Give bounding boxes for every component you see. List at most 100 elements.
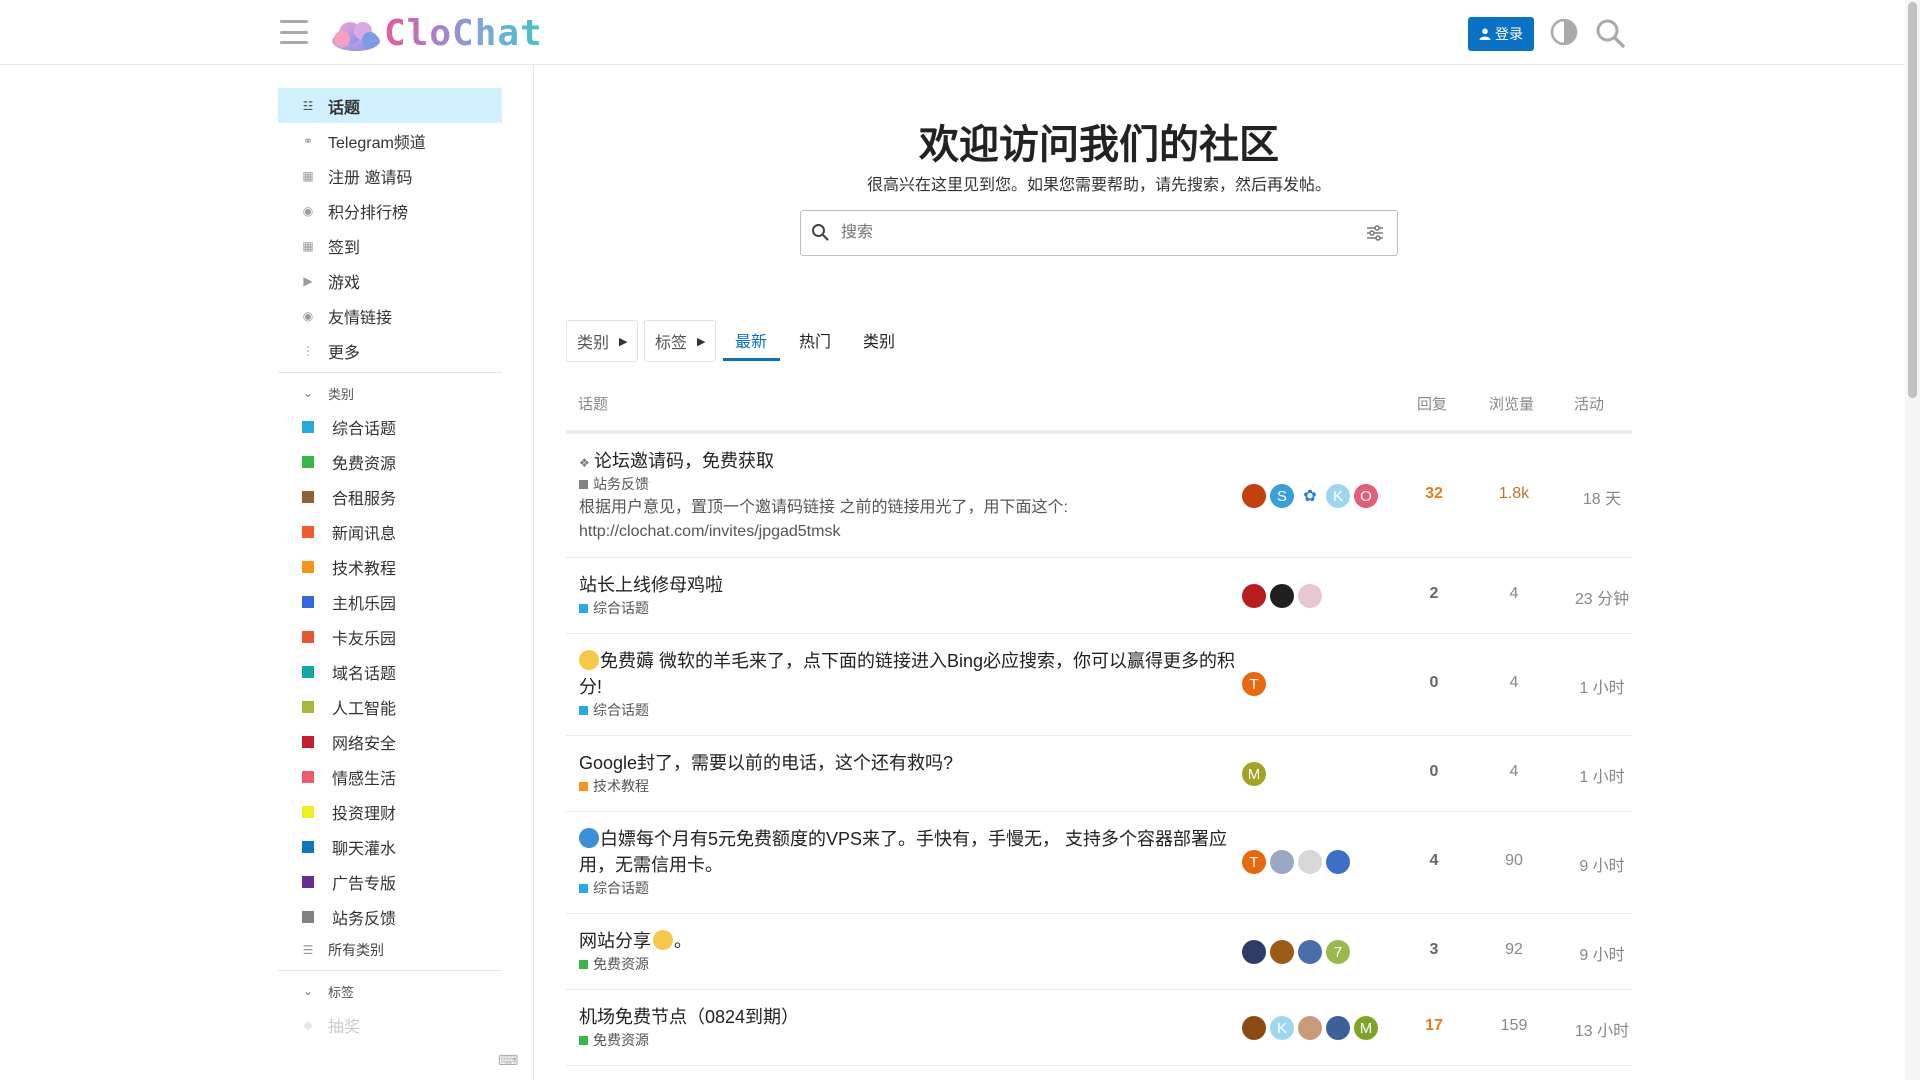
sidebar-category-item[interactable]: 广告专版 xyxy=(278,864,502,899)
sidebar-category-item[interactable]: 合租服务 xyxy=(278,479,502,514)
sidebar-item-leaderboard[interactable]: ◉ 积分排行榜 xyxy=(278,193,502,228)
theme-toggle-icon[interactable] xyxy=(1550,18,1578,46)
table-row[interactable]: Google封了，需要以前的电话，这个还有救吗? 技术教程 M 0 4 1 小时 xyxy=(566,736,1632,812)
table-row[interactable]: 站长上线修母鸡啦 综合话题 2 4 23 分钟 xyxy=(566,558,1632,634)
avatar[interactable]: O xyxy=(1354,484,1378,508)
avatar[interactable] xyxy=(1270,940,1294,964)
table-row[interactable]: 网站分享。 免费资源 7 3 92 9 小时 xyxy=(566,914,1632,990)
sidebar-item-invite[interactable]: ▦ 注册 邀请码 xyxy=(278,158,502,193)
avatar[interactable] xyxy=(1242,584,1266,608)
categories-section-toggle[interactable]: ⌄ 类别 xyxy=(278,377,502,409)
sidebar-category-item[interactable]: 技术教程 xyxy=(278,549,502,584)
avatar[interactable] xyxy=(1242,1016,1266,1040)
avatar[interactable]: ✿ xyxy=(1298,484,1322,508)
reply-count[interactable]: 0 xyxy=(1399,674,1469,692)
reply-count[interactable]: 0 xyxy=(1399,763,1469,781)
sidebar-item-tag[interactable]: ◆ 抽奖 xyxy=(278,1007,502,1042)
sidebar-category-item[interactable]: 卡友乐园 xyxy=(278,619,502,654)
reply-count[interactable]: 32 xyxy=(1399,485,1469,503)
tab-categories[interactable]: 类别 xyxy=(863,328,895,352)
activity-time[interactable]: 18 天 xyxy=(1556,485,1648,509)
topic-title[interactable]: 站长上线修母鸡啦 xyxy=(579,572,1239,598)
sidebar-category-item[interactable]: 综合话题 xyxy=(278,409,502,444)
sidebar-item-telegram[interactable]: ⚭ Telegram频道 xyxy=(278,123,502,158)
avatar[interactable]: T xyxy=(1242,850,1266,874)
topic-title[interactable]: 网站分享 。 xyxy=(579,928,1239,954)
sidebar-category-item[interactable]: 人工智能 xyxy=(278,689,502,724)
tags-section-toggle[interactable]: ⌄ 标签 xyxy=(278,975,502,1007)
topic-category[interactable]: 免费资源 xyxy=(579,954,649,974)
tab-latest[interactable]: 最新 xyxy=(735,328,767,352)
search-filter-icon[interactable] xyxy=(1366,224,1384,242)
sidebar-category-item[interactable]: 情感生活 xyxy=(278,759,502,794)
site-logo[interactable]: CloChat xyxy=(330,12,543,54)
topic-category[interactable]: 综合话题 xyxy=(579,878,649,898)
hamburger-menu-icon[interactable] xyxy=(280,20,308,44)
avatar[interactable] xyxy=(1298,850,1322,874)
activity-time[interactable]: 23 分钟 xyxy=(1556,585,1648,609)
topic-category[interactable]: 综合话题 xyxy=(579,598,649,618)
categories-dropdown[interactable]: 类别 ▶ xyxy=(566,320,639,362)
avatar[interactable]: K xyxy=(1326,484,1350,508)
sidebar-category-item[interactable]: 网络安全 xyxy=(278,724,502,759)
activity-time[interactable]: 1 小时 xyxy=(1556,763,1648,787)
reply-count[interactable]: 4 xyxy=(1399,852,1469,870)
table-row[interactable]: 白嫖每个月有5元免费额度的VPS来了。手快有，手慢无， 支持多个容器部署应用，无… xyxy=(566,812,1632,914)
avatar[interactable] xyxy=(1298,1016,1322,1040)
page-scrollbar[interactable] xyxy=(1905,0,1920,1080)
avatar[interactable] xyxy=(1270,584,1294,608)
avatar[interactable] xyxy=(1270,850,1294,874)
topic-category[interactable]: 免费资源 xyxy=(579,1030,649,1050)
sidebar-item-all-categories[interactable]: ☰ 所有类别 xyxy=(278,934,502,966)
avatar[interactable] xyxy=(1326,850,1350,874)
sidebar-item-topics[interactable]: ☳ 话题 xyxy=(278,88,502,123)
sidebar-category-item[interactable]: 域名话题 xyxy=(278,654,502,689)
avatar[interactable]: 7 xyxy=(1326,940,1350,964)
topic-category[interactable]: 技术教程 xyxy=(579,776,649,796)
sidebar-category-item[interactable]: 聊天灌水 xyxy=(278,829,502,864)
header-replies[interactable]: 回复 xyxy=(1417,393,1447,414)
reply-count[interactable]: 2 xyxy=(1399,585,1469,603)
search-icon[interactable] xyxy=(1595,18,1625,48)
scrollbar-thumb[interactable] xyxy=(1908,2,1917,398)
sidebar-item-more[interactable]: ⋮ 更多 xyxy=(278,333,502,368)
sidebar-item-games[interactable]: ▶ 游戏 xyxy=(278,263,502,298)
tags-dropdown[interactable]: 标签 ▶ xyxy=(644,320,717,362)
sidebar-category-item[interactable]: 免费资源 xyxy=(278,444,502,479)
login-button[interactable]: 登录 xyxy=(1468,17,1534,51)
topic-category[interactable]: 站务反馈 xyxy=(579,474,649,494)
reply-count[interactable]: 3 xyxy=(1399,941,1469,959)
header-views[interactable]: 浏览量 xyxy=(1489,393,1534,414)
topic-title[interactable]: 白嫖每个月有5元免费额度的VPS来了。手快有，手慢无， 支持多个容器部署应用，无… xyxy=(579,826,1239,878)
sidebar-item-checkin[interactable]: ▦ 签到 xyxy=(278,228,502,263)
avatar[interactable] xyxy=(1326,1016,1350,1040)
table-row[interactable]: 免费薅 微软的羊毛来了，点下面的链接进入Bing必应搜索，你可以赢得更多的积分!… xyxy=(566,634,1632,736)
keyboard-shortcuts-icon[interactable]: ⌨ xyxy=(498,1052,518,1068)
avatar[interactable] xyxy=(1242,484,1266,508)
avatar[interactable]: M xyxy=(1242,762,1266,786)
sidebar-category-item[interactable]: 新闻讯息 xyxy=(278,514,502,549)
activity-time[interactable]: 13 小时 xyxy=(1556,1017,1648,1041)
sidebar-category-item[interactable]: 站务反馈 xyxy=(278,899,502,934)
sidebar-category-item[interactable]: 主机乐园 xyxy=(278,584,502,619)
search-input[interactable] xyxy=(839,211,1343,255)
table-row[interactable]: 机场免费节点（0824到期） 免费资源 K M 17 159 13 小时 xyxy=(566,990,1632,1066)
activity-time[interactable]: 9 小时 xyxy=(1556,852,1648,876)
reply-count[interactable]: 17 xyxy=(1399,1017,1469,1035)
tab-hot[interactable]: 热门 xyxy=(799,328,831,352)
avatar[interactable]: S xyxy=(1270,484,1294,508)
topic-title[interactable]: ❖ 论坛邀请码，免费获取 xyxy=(579,448,1239,476)
topic-title[interactable]: 机场免费节点（0824到期） xyxy=(579,1004,1239,1030)
sidebar-category-item[interactable]: 投资理财 xyxy=(278,794,502,829)
table-row[interactable]: ❖ 论坛邀请码，免费获取 站务反馈 根据用户意见，置顶一个邀请码链接 之前的链接用… xyxy=(566,434,1632,558)
topic-title[interactable]: 免费薅 微软的羊毛来了，点下面的链接进入Bing必应搜索，你可以赢得更多的积分! xyxy=(579,648,1239,700)
header-activity[interactable]: 活动 xyxy=(1574,393,1604,414)
activity-time[interactable]: 9 小时 xyxy=(1556,941,1648,965)
avatar[interactable] xyxy=(1298,584,1322,608)
avatar[interactable]: K xyxy=(1270,1016,1294,1040)
topic-category[interactable]: 综合话题 xyxy=(579,700,649,720)
activity-time[interactable]: 1 小时 xyxy=(1556,674,1648,698)
sidebar-item-friend-links[interactable]: ◉ 友情链接 xyxy=(278,298,502,333)
avatar[interactable] xyxy=(1298,940,1322,964)
avatar[interactable] xyxy=(1242,940,1266,964)
